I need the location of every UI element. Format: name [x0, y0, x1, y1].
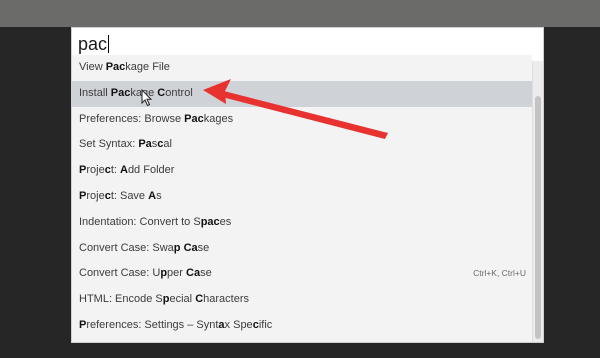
match-highlight: Pac — [105, 61, 126, 73]
match-highlight: Pac — [110, 86, 131, 99]
command-label-text: ecial — [169, 293, 196, 306]
command-result-item[interactable]: Preferences: Settings – Syntax Specific — [72, 313, 532, 339]
scrollbar-thumb[interactable] — [535, 96, 541, 339]
mouse-pointer-icon — [141, 89, 153, 107]
command-label-text: s — [156, 189, 162, 202]
match-highlight: Pac — [184, 112, 204, 125]
command-label-text: HTML: Encode S — [79, 293, 163, 306]
command-label-text: roje — [86, 164, 105, 177]
match-highlight: A — [119, 164, 128, 177]
command-label-text: Install — [79, 86, 111, 99]
command-label-text: se — [200, 267, 212, 280]
command-label-text: Convert Case: Swa — [79, 241, 174, 254]
command-label-text: ific — [258, 318, 273, 331]
match-highlight: p — [162, 293, 170, 306]
command-result-item[interactable]: HTML: Encode Special Characters — [72, 287, 532, 313]
command-label-text: per — [167, 267, 187, 280]
command-result-item[interactable]: Project: Add Folder — [72, 158, 532, 184]
command-label-text: ontrol — [165, 86, 193, 99]
command-label-text: al — [163, 138, 172, 151]
command-result-item[interactable]: Set Syntax: Pascal — [72, 132, 532, 158]
command-result-item[interactable]: View Package File — [72, 55, 532, 81]
command-result-item[interactable]: Indentation: Convert to Spaces — [72, 210, 532, 236]
command-result-item[interactable]: Project: Save As — [72, 184, 532, 210]
command-label-text: View — [79, 61, 106, 73]
command-label-text: Set Syntax: — [79, 138, 139, 151]
match-highlight: Ca — [183, 241, 198, 254]
command-palette: pac View Package FileInstall Package Con… — [71, 27, 544, 343]
command-label-text: references: Settings – Synt — [86, 318, 219, 331]
command-result-item[interactable]: Convert Case: Swap Case — [72, 236, 532, 262]
command-label-text: haracters — [203, 293, 249, 306]
command-label-text: t: Save — [110, 189, 149, 202]
watermark-logo — [498, 316, 596, 340]
match-highlight: Pa — [138, 138, 152, 151]
command-label-text: Convert Case: U — [79, 267, 161, 280]
command-label-text: dd Folder — [127, 164, 175, 177]
command-label-text: kage File — [125, 61, 170, 73]
command-label-text: x Spe — [224, 318, 253, 331]
match-highlight: C — [195, 293, 204, 306]
command-label-text: es — [219, 215, 232, 228]
command-label-text: se — [197, 241, 210, 254]
match-highlight: p — [173, 241, 181, 254]
command-label-text: t: — [110, 164, 120, 177]
keyboard-shortcut: Ctrl+K, Ctrl+U — [473, 268, 526, 279]
search-query-text: pac — [78, 34, 108, 54]
command-label-text: roje — [86, 189, 105, 202]
command-result-item[interactable]: Convert Case: Upper Case Ctrl+K, Ctrl+U — [72, 261, 532, 287]
command-label-text: Preferences: Browse — [79, 112, 185, 125]
command-label-text: Indentation: Convert to S — [79, 215, 201, 228]
results-scrollbar[interactable] — [533, 61, 543, 342]
match-highlight: Ca — [186, 267, 201, 280]
window-top-bar — [0, 0, 600, 27]
match-highlight: A — [148, 189, 157, 202]
match-highlight: pac — [200, 215, 220, 228]
command-label-text: kages — [203, 112, 234, 125]
command-result-item[interactable]: Preferences: Browse Packages — [72, 107, 532, 133]
text-caret — [108, 35, 110, 53]
